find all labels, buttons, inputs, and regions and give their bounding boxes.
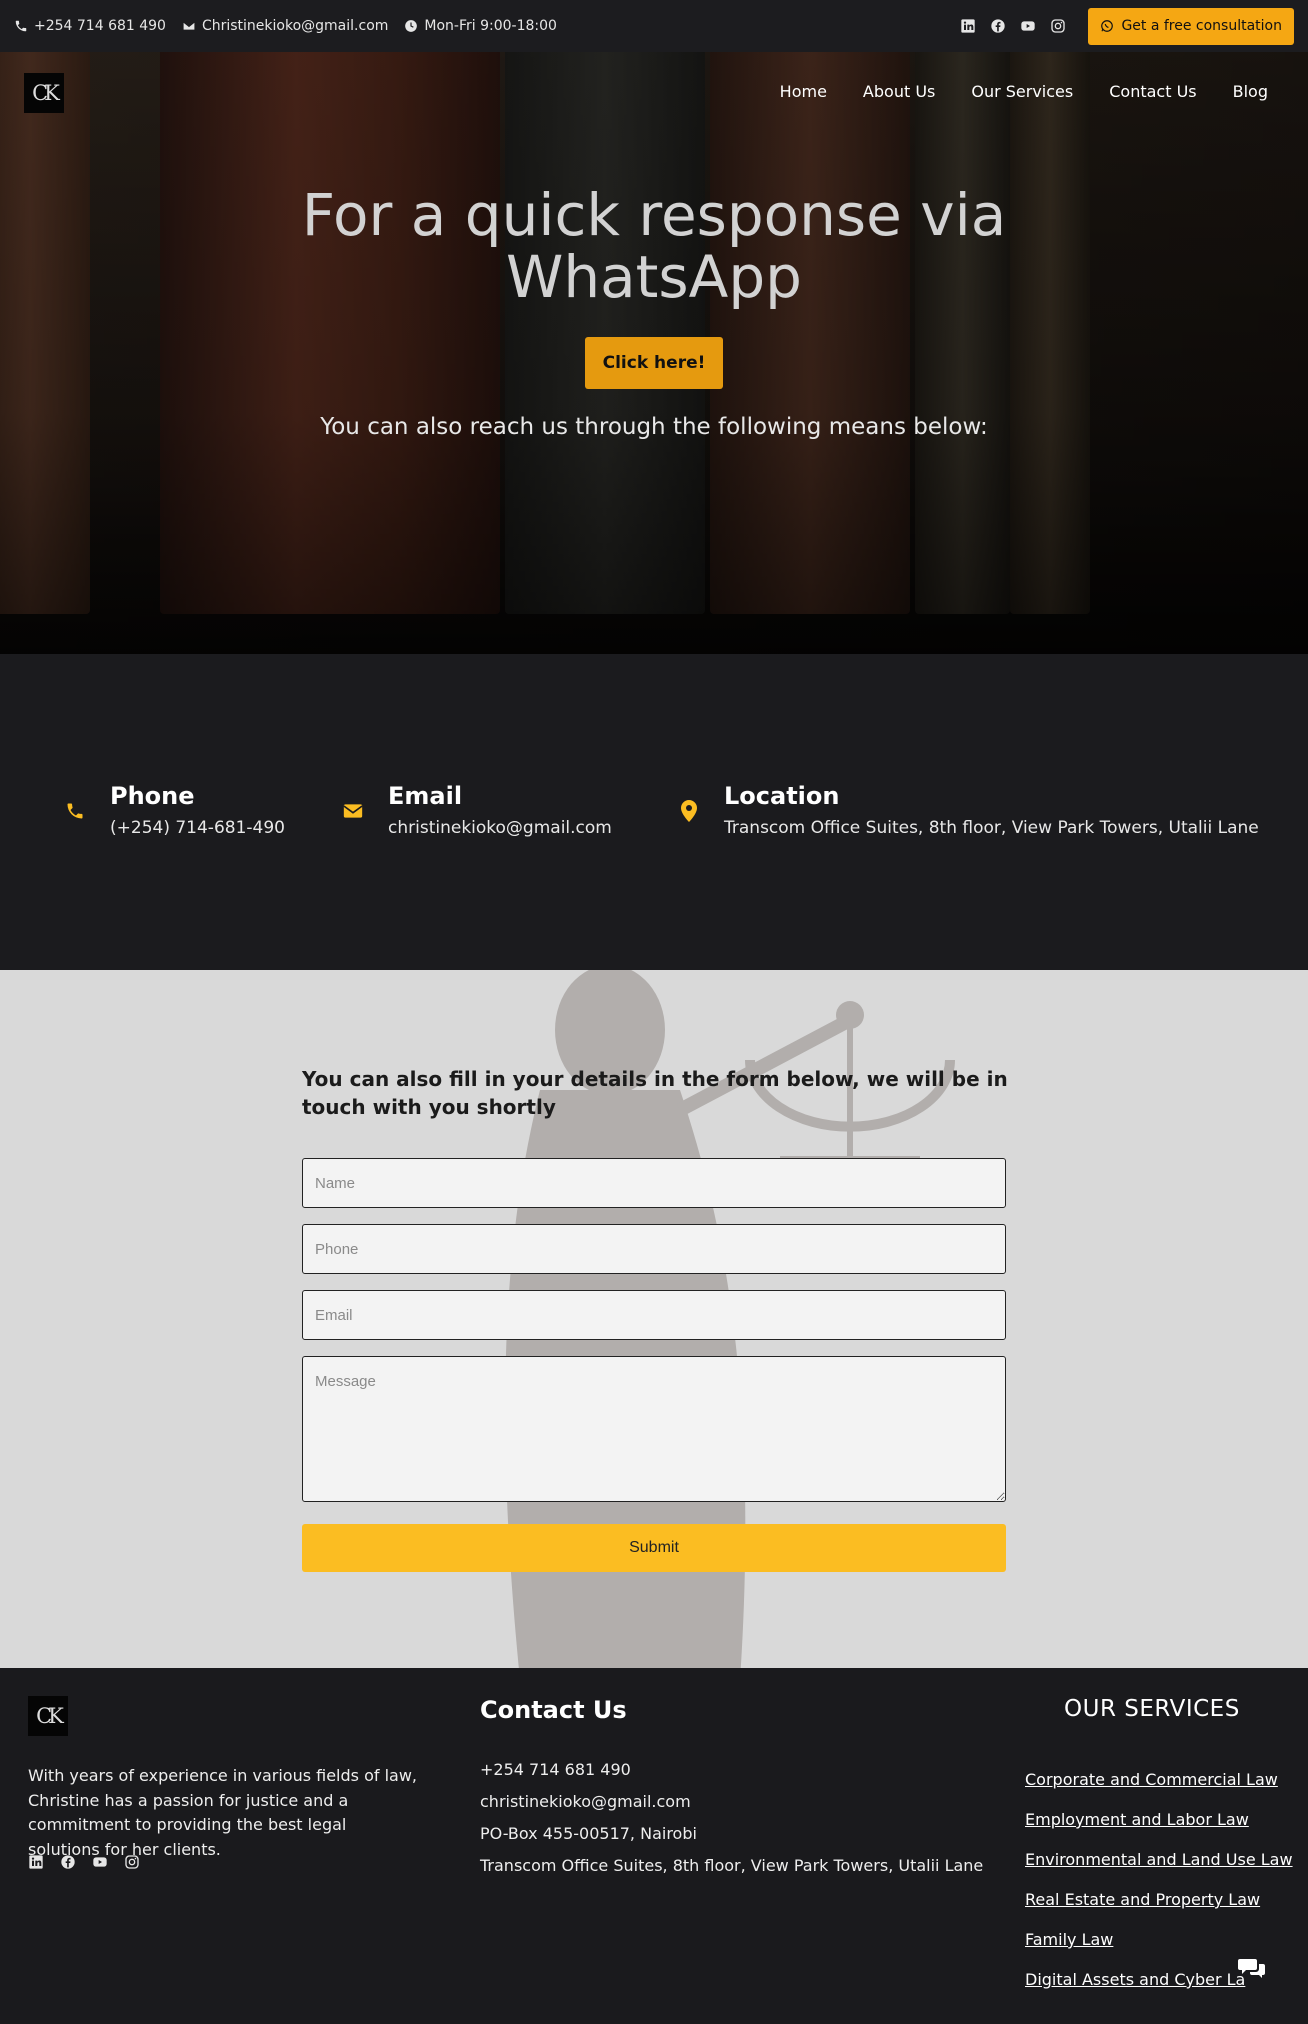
top-bar-hours: Mon-Fri 9:00-18:00 bbox=[404, 18, 557, 34]
list-item: Real Estate and Property Law bbox=[1025, 1880, 1293, 1920]
main-nav: Home About Us Our Services Contact Us Bl… bbox=[780, 82, 1268, 101]
instagram-icon[interactable] bbox=[124, 1854, 140, 1870]
contact-phone-block[interactable]: Phone (+254) 714-681-490 bbox=[62, 782, 285, 838]
facebook-icon[interactable] bbox=[990, 18, 1006, 34]
footer-contact-title: Contact Us bbox=[480, 1696, 627, 1724]
footer-contact-phone[interactable]: +254 714 681 490 bbox=[480, 1754, 983, 1786]
envelope-icon bbox=[340, 798, 366, 824]
form-title: You can also fill in your details in the… bbox=[302, 1067, 1008, 1119]
contact-location-title: Location bbox=[724, 782, 840, 810]
service-link-employment[interactable]: Employment and Labor Law bbox=[1025, 1810, 1249, 1829]
linkedin-icon[interactable] bbox=[28, 1854, 44, 1870]
top-bar-social: Get a free consultation bbox=[960, 7, 1294, 45]
top-bar-email[interactable]: Christinekioko@gmail.com bbox=[182, 18, 388, 34]
service-link-real-estate[interactable]: Real Estate and Property Law bbox=[1025, 1890, 1260, 1909]
top-bar-email-text: Christinekioko@gmail.com bbox=[201, 18, 389, 34]
service-link-corporate[interactable]: Corporate and Commercial Law bbox=[1025, 1770, 1278, 1789]
contact-phone-title: Phone bbox=[110, 782, 195, 810]
phone-icon bbox=[15, 20, 27, 32]
phone-icon bbox=[62, 798, 88, 824]
top-bar-contacts: +254 714 681 490 Christinekioko@gmail.co… bbox=[14, 18, 557, 34]
list-item: Corporate and Commercial Law bbox=[1025, 1760, 1293, 1800]
hero-section: CK Home About Us Our Services Contact Us… bbox=[0, 52, 1308, 654]
footer-contact-po-box: PO-Box 455-00517, Nairobi bbox=[480, 1824, 697, 1843]
footer-contact-address: Transcom Office Suites, 8th floor, View … bbox=[480, 1856, 984, 1875]
youtube-icon[interactable] bbox=[92, 1854, 108, 1870]
footer-logo[interactable]: CK bbox=[28, 1696, 68, 1736]
map-pin-icon bbox=[676, 798, 702, 824]
nav-item-our-services[interactable]: Our Services bbox=[971, 82, 1073, 101]
service-link-family[interactable]: Family Law bbox=[1025, 1930, 1113, 1949]
email-input[interactable] bbox=[302, 1290, 1006, 1340]
contact-phone-value: (+254) 714-681-490 bbox=[110, 818, 285, 838]
instagram-icon[interactable] bbox=[1050, 18, 1066, 34]
message-textarea[interactable] bbox=[302, 1356, 1006, 1502]
service-link-digital-assets[interactable]: Digital Assets and Cyber La bbox=[1025, 1970, 1245, 1989]
contact-email-value: christinekioko@gmail.com bbox=[388, 818, 612, 838]
contact-location-value: Transcom Office Suites, 8th floor, View … bbox=[724, 818, 1259, 838]
facebook-icon[interactable] bbox=[60, 1854, 76, 1870]
site-logo[interactable]: CK bbox=[24, 73, 64, 113]
free-consultation-button[interactable]: Get a free consultation bbox=[1088, 7, 1294, 45]
list-item: Environmental and Land Use Law bbox=[1025, 1840, 1293, 1880]
clock-icon bbox=[405, 20, 418, 32]
list-item: Employment and Labor Law bbox=[1025, 1800, 1293, 1840]
top-bar-hours-text: Mon-Fri 9:00-18:00 bbox=[424, 18, 557, 34]
top-bar: +254 714 681 490 Christinekioko@gmail.co… bbox=[0, 0, 1308, 52]
youtube-icon[interactable] bbox=[1020, 18, 1036, 34]
contact-location-block[interactable]: Location Transcom Office Suites, 8th flo… bbox=[676, 782, 1259, 838]
footer: CK With years of experience in various f… bbox=[0, 1668, 1308, 2024]
top-bar-phone[interactable]: +254 714 681 490 bbox=[14, 18, 166, 34]
free-consultation-label: Get a free consultation bbox=[1121, 18, 1282, 34]
service-link-environmental[interactable]: Environmental and Land Use Law bbox=[1025, 1850, 1293, 1869]
nav-item-about-us[interactable]: About Us bbox=[863, 82, 935, 101]
list-item: Family Law bbox=[1025, 1920, 1293, 1960]
footer-social-links bbox=[28, 1854, 140, 1870]
footer-services-title: OUR SERVICES bbox=[1064, 1696, 1240, 1722]
hero-subtitle: You can also reach us through the follow… bbox=[320, 414, 988, 440]
hero-title-line-1: For a quick response via bbox=[301, 181, 1007, 249]
footer-contact-email[interactable]: christinekioko@gmail.com bbox=[480, 1786, 983, 1818]
submit-button[interactable]: Submit bbox=[302, 1524, 1006, 1572]
hero-title-line-2: WhatsApp bbox=[506, 243, 802, 311]
nav-item-home[interactable]: Home bbox=[780, 82, 827, 101]
chat-bubbles-icon[interactable] bbox=[1238, 1956, 1266, 1980]
contact-info-section: Phone (+254) 714-681-490 Email christine… bbox=[0, 654, 1308, 970]
name-input[interactable] bbox=[302, 1158, 1006, 1208]
phone-input[interactable] bbox=[302, 1224, 1006, 1274]
envelope-icon bbox=[182, 21, 196, 31]
footer-contact-list: +254 714 681 490 christinekioko@gmail.co… bbox=[480, 1754, 983, 1882]
nav-item-contact-us[interactable]: Contact Us bbox=[1109, 82, 1196, 101]
linkedin-icon[interactable] bbox=[960, 18, 976, 34]
contact-email-title: Email bbox=[388, 782, 463, 810]
contact-email-block[interactable]: Email christinekioko@gmail.com bbox=[340, 782, 612, 838]
whatsapp-click-here-button[interactable]: Click here! bbox=[585, 337, 723, 389]
top-bar-phone-text: +254 714 681 490 bbox=[34, 18, 166, 34]
nav-item-blog[interactable]: Blog bbox=[1233, 82, 1268, 101]
footer-about-text: With years of experience in various fiel… bbox=[28, 1766, 417, 1859]
hero-title: For a quick response via WhatsApp bbox=[0, 184, 1308, 308]
contact-form-section: You can also fill in your details in the… bbox=[0, 970, 1308, 1668]
whatsapp-icon bbox=[1101, 20, 1114, 32]
